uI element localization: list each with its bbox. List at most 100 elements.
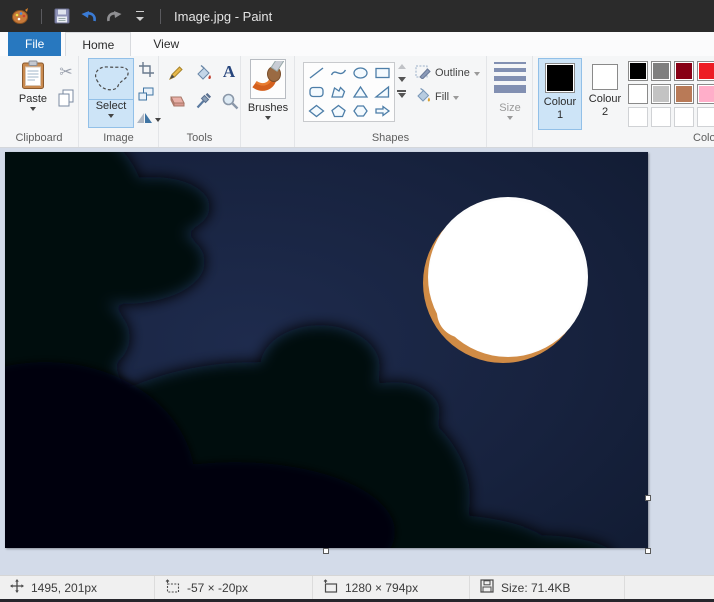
colour2-swatch xyxy=(592,64,618,90)
colour2-number: 2 xyxy=(602,106,608,119)
fill-button[interactable]: Fill xyxy=(415,88,459,106)
shape-right-triangle-icon[interactable] xyxy=(371,83,393,102)
palette-swatch[interactable] xyxy=(697,107,714,127)
palette-swatch[interactable] xyxy=(651,61,671,81)
canvas-resize-handle-right[interactable] xyxy=(645,495,651,501)
image-size-value: 1280 × 794px xyxy=(345,581,418,595)
cut-icon[interactable]: ✂ xyxy=(56,62,76,82)
fill-with-colour-icon[interactable] xyxy=(192,62,214,84)
title-bar: Image.jpg - Paint xyxy=(0,0,714,32)
select-button[interactable]: Select xyxy=(88,58,134,128)
canvas-work-area xyxy=(0,148,714,575)
selection-size-section: -57 × -20px xyxy=(155,576,313,599)
window-title: Image.jpg - Paint xyxy=(174,9,272,24)
canvas-resize-handle-bottom[interactable] xyxy=(323,548,329,554)
file-size-value: Size: 71.4KB xyxy=(501,581,570,595)
size-label: Size xyxy=(499,102,520,114)
selection-size-icon xyxy=(165,579,180,596)
tab-file[interactable]: File xyxy=(8,32,61,56)
shape-line-icon[interactable] xyxy=(305,64,327,83)
size-button[interactable]: Size xyxy=(492,62,528,120)
file-size-section: Size: 71.4KB xyxy=(470,576,625,599)
file-size-icon xyxy=(480,579,494,596)
shape-ellipse-icon[interactable] xyxy=(349,64,371,83)
palette-swatch[interactable] xyxy=(628,84,648,104)
shape-right-arrow-icon[interactable] xyxy=(371,101,393,120)
tab-view[interactable]: View xyxy=(137,32,195,56)
shape-diamond-icon[interactable] xyxy=(305,101,327,120)
pencil-icon[interactable] xyxy=(165,62,187,84)
colour1-button[interactable]: Colour 1 xyxy=(538,58,582,130)
palette-swatch[interactable] xyxy=(628,107,648,127)
group-tools: A Tools xyxy=(159,56,241,147)
resize-icon[interactable] xyxy=(137,85,155,103)
brush-icon xyxy=(250,59,286,99)
group-colours: Colour 1 Colour 2 xyxy=(533,56,714,147)
redo-icon[interactable] xyxy=(103,5,125,27)
colour1-swatch xyxy=(545,63,575,93)
shape-rectangle-icon[interactable] xyxy=(371,64,393,83)
group-brushes: Brushes xyxy=(241,56,295,147)
shape-curve-icon[interactable] xyxy=(327,64,349,83)
palette-swatch[interactable] xyxy=(674,61,694,81)
free-form-select-icon xyxy=(90,62,132,97)
crop-icon[interactable] xyxy=(137,60,155,78)
group-shapes: Outline Fill Shapes xyxy=(295,56,487,147)
group-clipboard: Paste ✂ Clipboard xyxy=(0,56,79,147)
palette-swatch[interactable] xyxy=(674,84,694,104)
size-dropdown-arrow xyxy=(507,116,513,120)
magnifier-icon[interactable] xyxy=(219,90,241,112)
shape-hexagon-icon[interactable] xyxy=(349,101,371,120)
cursor-position-section: 1495, 201px xyxy=(0,576,155,599)
palette-swatch[interactable] xyxy=(651,107,671,127)
shape-pentagon-icon[interactable] xyxy=(327,101,349,120)
titlebar-separator xyxy=(41,9,42,24)
palette-swatch[interactable] xyxy=(697,61,714,81)
colour-picker-icon[interactable] xyxy=(192,90,214,112)
paste-label: Paste xyxy=(19,93,47,105)
palette-swatch[interactable] xyxy=(674,107,694,127)
line-size-icon xyxy=(494,62,526,93)
shape-rounded-rectangle-icon[interactable] xyxy=(305,83,327,102)
image-size-icon xyxy=(323,579,338,596)
undo-icon[interactable] xyxy=(77,5,99,27)
shapes-gallery xyxy=(303,62,395,122)
shape-polygon-icon[interactable] xyxy=(327,83,349,102)
palette-swatch[interactable] xyxy=(697,84,714,104)
rotate-icon[interactable] xyxy=(135,109,153,125)
save-icon[interactable] xyxy=(51,5,73,27)
shapes-scroll-up-icon[interactable] xyxy=(398,64,406,69)
paste-button[interactable]: Paste xyxy=(10,60,56,111)
outline-label: Outline xyxy=(435,67,470,79)
eraser-icon[interactable] xyxy=(165,91,187,111)
canvas-image[interactable] xyxy=(5,152,648,548)
image-size-section: 1280 × 794px xyxy=(313,576,470,599)
outline-dropdown-arrow xyxy=(474,72,480,76)
shapes-scroll-buttons xyxy=(397,64,406,98)
shape-triangle-icon[interactable] xyxy=(349,83,371,102)
tab-home[interactable]: Home xyxy=(65,32,131,56)
select-label: Select xyxy=(89,99,133,112)
colour2-button[interactable]: Colour 2 xyxy=(584,58,626,130)
quick-access-dropdown-icon[interactable] xyxy=(129,5,151,27)
colour-palette xyxy=(628,61,714,127)
colour1-number: 1 xyxy=(557,109,563,122)
status-bar: 1495, 201px -57 × -20px 1280 × 794px xyxy=(0,575,714,599)
paste-clipboard-icon xyxy=(21,60,45,93)
text-tool-icon[interactable]: A xyxy=(219,61,239,83)
palette-swatch[interactable] xyxy=(651,84,671,104)
palette-swatch[interactable] xyxy=(628,61,648,81)
outline-button[interactable]: Outline xyxy=(415,64,480,82)
shapes-scroll-down-icon[interactable] xyxy=(398,77,406,82)
canvas-resize-handle-corner[interactable] xyxy=(645,548,651,554)
brushes-button[interactable]: Brushes xyxy=(247,59,289,120)
image-group-label: Image xyxy=(79,132,158,144)
brushes-label: Brushes xyxy=(248,102,288,114)
copy-icon[interactable] xyxy=(56,88,76,108)
shapes-expand-icon[interactable] xyxy=(397,90,406,98)
group-size: Size xyxy=(487,56,533,147)
paste-dropdown-arrow xyxy=(30,107,36,111)
status-empty-section xyxy=(625,576,714,599)
cursor-position-icon xyxy=(10,579,24,596)
colour1-label: Colour xyxy=(544,96,576,109)
